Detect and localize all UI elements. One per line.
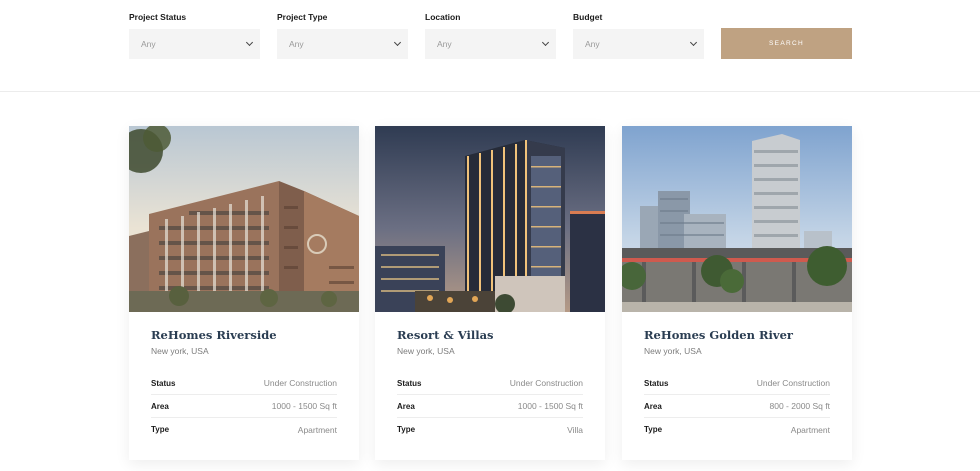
spec-row: Status Under Construction [151, 372, 337, 395]
project-title[interactable]: Resort & Villas [397, 327, 583, 343]
spec-row: Status Under Construction [644, 372, 830, 395]
spec-list: Status Under Construction Area 800 - 200… [644, 372, 830, 441]
spec-value: Under Construction [263, 378, 337, 388]
project-location: New york, USA [397, 346, 455, 356]
spec-key: Type [151, 425, 170, 434]
project-card[interactable]: Resort & Villas New york, USA Status Und… [375, 126, 605, 460]
spec-key: Area [644, 401, 662, 411]
filter-label: Project Status [129, 12, 187, 22]
chevron-down-icon [393, 38, 402, 47]
select-value: Any [437, 39, 452, 49]
chevron-down-icon [245, 38, 254, 47]
spec-list: Status Under Construction Area 1000 - 15… [397, 372, 583, 441]
spec-value: 800 - 2000 Sq ft [769, 401, 831, 411]
spec-value: Under Construction [756, 378, 830, 388]
spec-list: Status Under Construction Area 1000 - 15… [151, 372, 337, 441]
project-card-grid: ReHomes Riverside New york, USA Status U… [0, 126, 980, 471]
spec-value: Under Construction [509, 378, 583, 388]
spec-row: Status Under Construction [397, 372, 583, 395]
project-card[interactable]: ReHomes Golden River New york, USA Statu… [622, 126, 852, 460]
filter-label: Project Type [277, 12, 328, 22]
spec-row: Type Villa [397, 418, 583, 441]
budget-select[interactable]: Any [573, 29, 704, 59]
spec-key: Type [644, 425, 663, 434]
spec-key: Area [397, 401, 415, 411]
project-image [129, 126, 359, 312]
project-location: New york, USA [151, 346, 209, 356]
spec-key: Status [644, 378, 669, 388]
project-card[interactable]: ReHomes Riverside New york, USA Status U… [129, 126, 359, 460]
spec-row: Area 1000 - 1500 Sq ft [397, 395, 583, 418]
spec-key: Status [397, 378, 422, 388]
spec-key: Status [151, 378, 176, 388]
filter-project-type: Project Type Any [277, 12, 408, 59]
spec-value: Villa [567, 424, 583, 435]
search-filter-bar: Project Status Any Project Type Any Loca… [0, 0, 980, 92]
project-image [375, 126, 605, 312]
spec-value: Apartment [297, 424, 337, 435]
filter-project-status: Project Status Any [129, 12, 260, 59]
project-title[interactable]: ReHomes Golden River [644, 327, 830, 343]
search-button[interactable]: SEARCH [721, 28, 852, 59]
select-value: Any [141, 39, 156, 49]
spec-row: Type Apartment [644, 418, 830, 441]
spec-row: Type Apartment [151, 418, 337, 441]
filter-label: Location [425, 12, 461, 22]
spec-value: Apartment [790, 424, 830, 435]
project-image [622, 126, 852, 312]
select-value: Any [585, 39, 600, 49]
project-status-select[interactable]: Any [129, 29, 260, 59]
spec-row: Area 1000 - 1500 Sq ft [151, 395, 337, 418]
spec-key: Type [397, 425, 416, 434]
location-select[interactable]: Any [425, 29, 556, 59]
spec-value: 1000 - 1500 Sq ft [517, 401, 583, 411]
filter-location: Location Any [425, 12, 556, 59]
project-type-select[interactable]: Any [277, 29, 408, 59]
filter-budget: Budget Any [573, 12, 704, 59]
chevron-down-icon [541, 38, 550, 47]
chevron-down-icon [689, 38, 698, 47]
spec-key: Area [151, 401, 169, 411]
filter-label: Budget [573, 12, 603, 22]
select-value: Any [289, 39, 304, 49]
spec-value: 1000 - 1500 Sq ft [271, 401, 337, 411]
project-title[interactable]: ReHomes Riverside [151, 327, 337, 343]
spec-row: Area 800 - 2000 Sq ft [644, 395, 830, 418]
project-location: New york, USA [644, 346, 702, 356]
